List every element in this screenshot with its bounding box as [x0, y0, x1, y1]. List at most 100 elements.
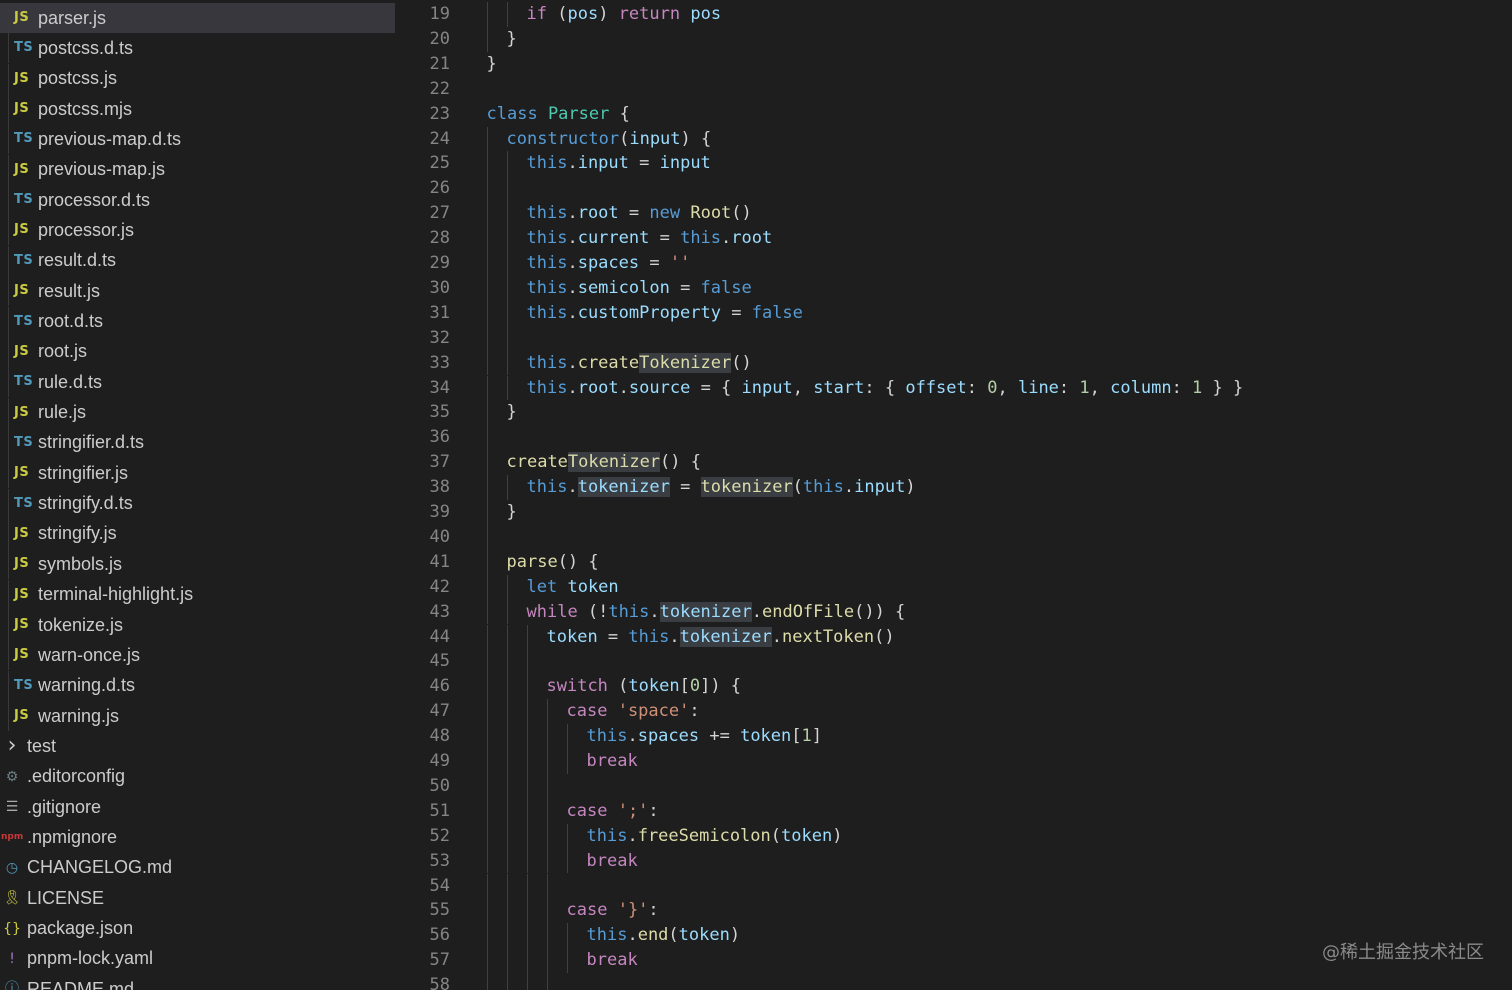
file-item[interactable]: JS terminal-highlight.js	[0, 579, 395, 610]
code-line[interactable]: 19 if (pos) return pos	[395, 2, 1512, 27]
code-line[interactable]: 49 break	[395, 749, 1512, 774]
file-item[interactable]: TS rule.d.ts	[0, 367, 395, 398]
indent-guide	[566, 749, 568, 774]
code-line[interactable]: 53 break	[395, 848, 1512, 874]
file-item[interactable]: TS root.d.ts	[0, 306, 395, 337]
code-text: this.freeSemicolon(token)	[587, 826, 843, 846]
code-line[interactable]: 33 this.createTokenizer()	[395, 350, 1512, 376]
code-line[interactable]: 31 this.customProperty = false	[395, 300, 1512, 326]
indent-guide	[486, 226, 488, 251]
code-text: break	[587, 950, 638, 970]
file-item[interactable]: ☰ .gitignore	[0, 792, 395, 822]
code-line[interactable]: 54	[395, 873, 1512, 899]
file-item[interactable]: 🎗 LICENSE	[0, 883, 395, 913]
code-line[interactable]: 35}	[395, 400, 1512, 426]
code-line[interactable]: 48 this.spaces += token[1]	[395, 724, 1512, 749]
code-line[interactable]: 36	[395, 425, 1512, 451]
indent-guide	[506, 848, 508, 874]
code-line[interactable]: 37 createTokenizer() {	[395, 450, 1512, 476]
code-line[interactable]: 58	[395, 973, 1512, 990]
code-text: this.input = input	[527, 153, 711, 173]
code-line[interactable]: 32	[395, 325, 1512, 351]
code-line[interactable]: 47 case 'space':	[395, 699, 1512, 725]
indent-guide	[486, 2, 488, 27]
code-line[interactable]: 20}	[395, 26, 1512, 52]
code-token: this	[680, 228, 722, 249]
code-line[interactable]: 30 this.semicolon = false	[395, 275, 1512, 301]
file-item[interactable]: JS previous-map.js	[0, 154, 395, 185]
code-token: token	[628, 676, 680, 697]
file-item[interactable]: JS parser.js	[0, 3, 395, 33]
code-token: (	[792, 477, 803, 498]
code-line[interactable]: 22	[395, 77, 1512, 102]
code-line[interactable]: 21}	[395, 52, 1512, 77]
file-item[interactable]: ! pnpm-lock.yaml	[0, 944, 395, 974]
code-token: token	[740, 726, 792, 747]
file-item[interactable]: TS stringify.d.ts	[0, 488, 395, 519]
file-item[interactable]: JS stringify.js	[0, 518, 395, 549]
indent-guide	[526, 674, 528, 700]
code-line[interactable]: 45	[395, 649, 1512, 675]
file-item[interactable]: ⚙ .editorconfig	[0, 762, 395, 792]
code-line[interactable]: 44 token = this.tokenizer.nextToken()	[395, 624, 1512, 650]
file-name: stringify.js	[38, 523, 117, 544]
code-line[interactable]: 26	[395, 176, 1512, 202]
code-token: class	[486, 103, 538, 124]
code-line[interactable]: 55 case '}':	[395, 898, 1512, 924]
code-line[interactable]: 41 parse() {	[395, 549, 1512, 575]
file-item[interactable]: JS result.js	[0, 276, 395, 307]
code-line[interactable]: 34 this.root.source = { input, start: { o…	[395, 375, 1512, 401]
file-name: root.d.ts	[38, 311, 104, 331]
file-item[interactable]: TS previous-map.d.ts	[0, 124, 395, 155]
file-item[interactable]: JS postcss.mjs	[0, 94, 395, 125]
file-item[interactable]: ⓘ README.md	[0, 974, 395, 990]
js-file-icon: JS	[14, 101, 30, 117]
indent-guide	[486, 624, 488, 650]
code-line[interactable]: 51 case ';':	[395, 798, 1512, 824]
code-line[interactable]: 38 this.tokenizer = tokenizer(this.input)	[395, 475, 1512, 500]
file-item[interactable]: TS result.d.ts	[0, 245, 395, 276]
indent-guide	[486, 574, 488, 600]
code-token: this	[586, 925, 628, 946]
code-line[interactable]: 23 class Parser {	[395, 102, 1512, 127]
code-line[interactable]: 40	[395, 524, 1512, 550]
folder-item[interactable]: › test	[0, 731, 395, 761]
code-line[interactable]: 46 switch (token[0]) {	[395, 674, 1512, 700]
code-line[interactable]: 50	[395, 773, 1512, 799]
file-item[interactable]: TS processor.d.ts	[0, 185, 395, 216]
file-item[interactable]: ◷ CHANGELOG.md	[0, 853, 395, 883]
code-token: break	[586, 751, 638, 771]
code-line[interactable]: 52 this.freeSemicolon(token)	[395, 823, 1512, 849]
file-item[interactable]: TS stringifier.d.ts	[0, 427, 395, 458]
indent-guide	[486, 500, 488, 525]
file-item[interactable]: TS postcss.d.ts	[0, 33, 395, 64]
code-token: :	[966, 377, 988, 398]
file-item[interactable]: JS symbols.js	[0, 549, 395, 580]
code-line[interactable]: 29 this.spaces = ''	[395, 251, 1512, 276]
code-token: =	[721, 302, 752, 323]
file-item[interactable]: JS rule.js	[0, 397, 395, 428]
file-item[interactable]: JS warn-once.js	[0, 640, 395, 671]
file-item[interactable]: JS root.js	[0, 336, 395, 367]
code-line[interactable]: 25 this.input = input	[395, 151, 1512, 177]
file-item[interactable]: JS tokenize.js	[0, 610, 395, 640]
code-line[interactable]: 27 this.root = new Root()	[395, 201, 1512, 227]
file-item[interactable]: TS warning.d.ts	[0, 670, 395, 701]
file-item[interactable]: {} package.json	[0, 914, 395, 944]
code-line[interactable]: 24 constructor(input) {	[395, 126, 1512, 152]
code-token: : {	[864, 377, 906, 398]
file-item[interactable]: JS postcss.js	[0, 63, 395, 94]
file-item[interactable]: JS processor.js	[0, 215, 395, 246]
code-token: Tokenizer	[639, 352, 732, 373]
code-line[interactable]: 42 let token	[395, 574, 1512, 600]
code-line[interactable]: 43 while (!this.tokenizer.endOfFile()) {	[395, 599, 1512, 625]
file-item[interactable]: JS stringifier.js	[0, 458, 395, 489]
code-text: this.current = this.root	[527, 228, 773, 248]
code-line[interactable]: 28 this.current = this.root	[395, 226, 1512, 251]
code-token: case	[566, 800, 608, 821]
code-token: =	[628, 153, 660, 174]
file-item[interactable]: JS warning.js	[0, 701, 395, 732]
code-line[interactable]: 39}	[395, 500, 1512, 525]
code-editor[interactable]: 19 if (pos) return pos 20} 21} 22 23 class Par…	[395, 0, 1512, 990]
file-item[interactable]: npm .npmignore	[0, 822, 395, 852]
